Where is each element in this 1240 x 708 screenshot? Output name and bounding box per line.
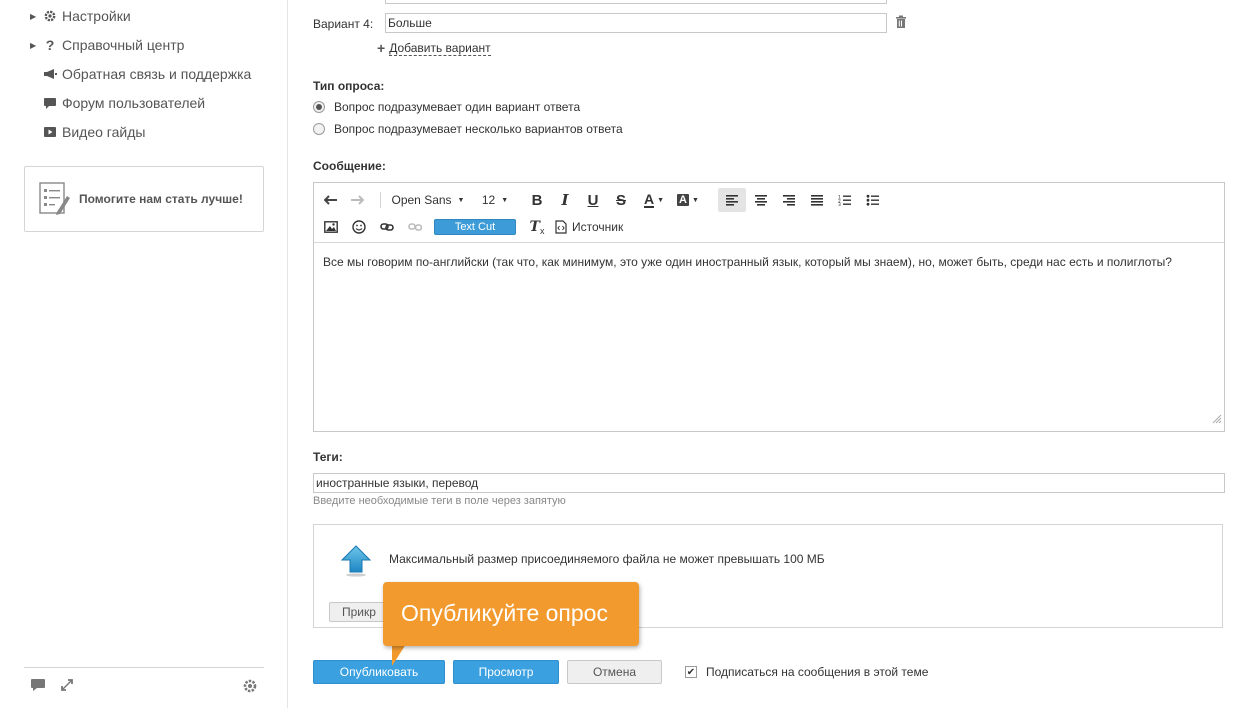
sidebar-item-label: Обратная связь и поддержка xyxy=(62,66,252,82)
message-heading: Сообщение: xyxy=(313,159,386,173)
link-icon[interactable] xyxy=(376,215,398,239)
editor-content[interactable]: Все мы говорим по-английски (так что, ка… xyxy=(323,255,1172,269)
upload-arrow-icon xyxy=(340,545,372,582)
plus-icon: + xyxy=(377,40,386,56)
sidebar-footer xyxy=(24,667,264,707)
align-justify-icon[interactable] xyxy=(804,188,830,212)
variant-4-field[interactable]: Больше xyxy=(385,13,887,33)
add-variant-link[interactable]: + Добавить вариант xyxy=(377,40,491,56)
undo-icon[interactable] xyxy=(320,188,342,212)
emoji-icon[interactable] xyxy=(348,215,370,239)
background-color-icon[interactable]: A ▼ xyxy=(674,188,702,212)
sidebar-item-feedback[interactable]: Обратная связь и поддержка xyxy=(30,63,251,85)
sidebar-item-help-center[interactable]: ▶ ? Справочный центр xyxy=(30,34,184,56)
sidebar-item-forum[interactable]: Форум пользователей xyxy=(30,92,205,114)
font-size-select[interactable]: 12 ▼ xyxy=(479,188,511,212)
align-right-icon[interactable] xyxy=(776,188,802,212)
chat-icon xyxy=(40,97,60,109)
sidebar-item-label: Настройки xyxy=(62,8,131,24)
question-icon: ? xyxy=(45,37,55,53)
tags-input[interactable]: иностранные языки, перевод xyxy=(313,473,1225,493)
rich-text-editor: Open Sans ▼ 12 ▼ B I U S A ▼ A ▼ 1 2 3 T… xyxy=(313,182,1225,432)
radio-single-label: Вопрос подразумевает один вариант ответа xyxy=(334,100,581,114)
strikethrough-icon[interactable]: S xyxy=(610,188,632,212)
preview-button[interactable]: Просмотр xyxy=(453,660,559,684)
gear-icon[interactable] xyxy=(242,678,258,699)
svg-text:3: 3 xyxy=(838,202,841,206)
source-button[interactable]: Источник xyxy=(555,215,623,239)
trash-icon[interactable] xyxy=(895,15,907,34)
resize-handle-icon[interactable] xyxy=(1212,411,1222,429)
add-variant-label: Добавить вариант xyxy=(389,40,491,56)
poll-type-heading: Тип опроса: xyxy=(313,79,385,93)
tooltip-pointer xyxy=(392,644,406,666)
megaphone-icon xyxy=(40,68,60,80)
publish-button[interactable]: Опубликовать xyxy=(313,660,445,684)
expand-arrow-icon[interactable]: ▶ xyxy=(30,41,40,50)
text-cut-button[interactable]: Text Cut xyxy=(434,219,516,235)
tags-hint: Введите необходимые теги в поле через за… xyxy=(313,495,566,507)
poll-type-multiple-option[interactable]: Вопрос подразумевает несколько вариантов… xyxy=(313,122,623,136)
publish-hint-tooltip: Опубликуйте опрос xyxy=(383,582,639,646)
radio-single[interactable] xyxy=(313,101,325,113)
toolbar-divider xyxy=(380,192,381,208)
sidebar-item-label: Видео гайды xyxy=(62,124,146,140)
source-code-icon xyxy=(555,220,567,234)
sidebar: ▶ Настройки ▶ ? Справочный центр Обратна… xyxy=(0,0,288,708)
subscribe-label: Подписаться на сообщения в этой теме xyxy=(706,665,929,679)
image-icon[interactable] xyxy=(320,215,342,239)
radio-multiple-label: Вопрос подразумевает несколько вариантов… xyxy=(334,122,623,136)
variant-4-label: Вариант 4: xyxy=(313,17,374,31)
sidebar-item-label: Справочный центр xyxy=(62,37,185,53)
feedback-form-icon xyxy=(39,182,71,216)
help-box-label: Помогите нам стать лучше! xyxy=(79,192,243,206)
poll-type-single-option[interactable]: Вопрос подразумевает один вариант ответа xyxy=(313,100,580,114)
expand-icon[interactable] xyxy=(60,678,74,697)
bold-icon[interactable]: B xyxy=(526,188,548,212)
video-icon xyxy=(40,126,60,138)
sidebar-item-label: Форум пользователей xyxy=(62,95,206,111)
help-us-improve-box[interactable]: Помогите нам стать лучше! xyxy=(24,166,264,232)
attachment-limit-note: Максимальный размер присоединяемого файл… xyxy=(389,552,825,566)
bulleted-list-icon[interactable] xyxy=(860,188,886,212)
subscribe-checkbox[interactable]: ✔ xyxy=(685,666,697,678)
align-left-icon[interactable] xyxy=(718,188,746,212)
editor-toolbar: Open Sans ▼ 12 ▼ B I U S A ▼ A ▼ 1 2 3 T… xyxy=(314,183,1224,243)
numbered-list-icon[interactable]: 123 xyxy=(832,188,858,212)
subscribe-option[interactable]: ✔ Подписаться на сообщения в этой теме xyxy=(685,665,928,679)
align-center-icon[interactable] xyxy=(748,188,774,212)
sidebar-item-settings[interactable]: ▶ Настройки xyxy=(30,5,131,27)
radio-multiple[interactable] xyxy=(313,123,325,135)
clear-formatting-icon[interactable]: Tx xyxy=(526,215,548,239)
text-color-icon[interactable]: A ▼ xyxy=(640,188,668,212)
font-family-select[interactable]: Open Sans ▼ xyxy=(388,188,468,212)
italic-icon[interactable]: I xyxy=(554,188,576,212)
dropdown-arrow-icon: ▼ xyxy=(457,196,465,204)
unlink-icon[interactable] xyxy=(404,215,426,239)
chat-bubble-icon[interactable] xyxy=(30,678,46,697)
gear-icon xyxy=(40,9,60,23)
sidebar-item-video-guides[interactable]: Видео гайды xyxy=(30,121,145,143)
variant-3-field[interactable] xyxy=(385,0,887,4)
redo-icon[interactable] xyxy=(346,188,368,212)
tags-heading: Теги: xyxy=(313,450,343,464)
expand-arrow-icon[interactable]: ▶ xyxy=(30,12,40,21)
underline-icon[interactable]: U xyxy=(582,188,604,212)
dropdown-arrow-icon: ▼ xyxy=(501,196,509,204)
cancel-button[interactable]: Отмена xyxy=(567,660,662,684)
